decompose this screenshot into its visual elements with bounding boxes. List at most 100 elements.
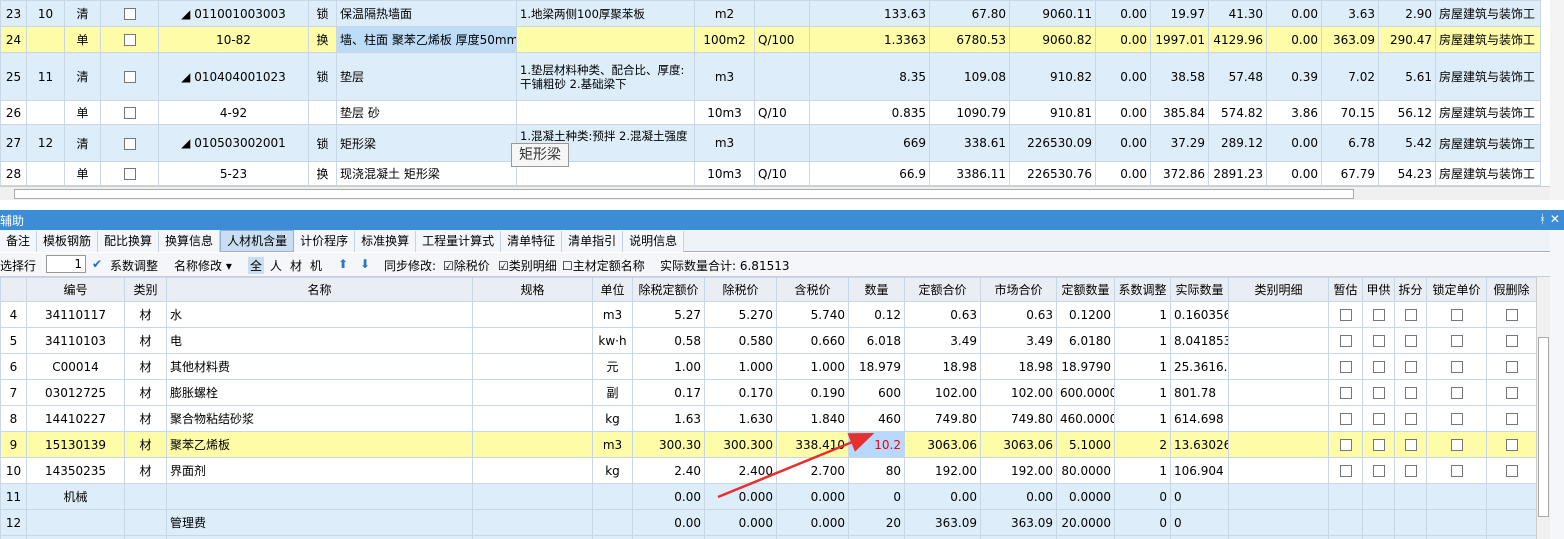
tab-0[interactable]: 备注 (0, 231, 38, 252)
seq-number[interactable]: 10 (26, 0, 65, 27)
cell-t1[interactable]: 192.00 (904, 457, 981, 484)
cell-aq[interactable]: 106.904 (1170, 457, 1229, 484)
tab-9[interactable]: 清单指引 (562, 231, 624, 252)
flag-cell[interactable] (1426, 431, 1487, 458)
cell-code[interactable]: 机械 (26, 483, 125, 510)
bill-row[interactable]: 27 12 清 ◢ 010503002001 锁矩形梁 1.混凝土种类:预拌 2.混凝土强… (0, 124, 1541, 162)
column-header[interactable]: 名称 (166, 277, 473, 302)
item-unit[interactable]: 10m3 (694, 100, 755, 125)
cell-dq[interactable]: 6.0180 (1056, 327, 1115, 354)
cell-dq[interactable]: 600.0000 (1056, 379, 1115, 406)
cell-cat[interactable] (124, 509, 167, 536)
checkbox[interactable] (123, 168, 136, 180)
cost-1[interactable]: 0.00 (1095, 0, 1151, 27)
column-header[interactable]: 除税价 (704, 277, 777, 302)
cell-p3[interactable]: 2.700 (776, 457, 849, 484)
tab-5[interactable]: 计价程序 (294, 231, 356, 252)
checkbox[interactable] (1372, 361, 1385, 373)
cell-unit[interactable]: kw·h (592, 327, 633, 354)
flag-cell[interactable] (1328, 535, 1363, 539)
column-header[interactable]: 系数调整 (1114, 277, 1171, 302)
cell-t2[interactable]: 3.49 (980, 327, 1057, 354)
cell-coef[interactable]: 2 (1114, 431, 1171, 458)
flag-cell[interactable] (1426, 535, 1487, 539)
item-name[interactable]: 垫层 砂 (336, 100, 517, 125)
cell-category-detail[interactable] (1228, 301, 1329, 328)
cell-p2[interactable]: 1.630 (704, 405, 777, 432)
bill-row[interactable]: 26 单 4-92 垫层 砂 10m3 Q/10 0.835 1090.79 910.81 0.0… (0, 100, 1541, 125)
column-header[interactable]: 数量 (848, 277, 905, 302)
cell-t1[interactable]: 3.49 (904, 327, 981, 354)
seq-number[interactable] (26, 26, 65, 53)
lock-flag[interactable]: 锁 (308, 0, 337, 27)
checkbox[interactable] (1339, 439, 1352, 451)
checkbox[interactable] (1372, 465, 1385, 477)
row-number[interactable]: 28 (0, 161, 27, 186)
flag-cell[interactable] (1486, 483, 1536, 510)
seq-number[interactable] (26, 161, 65, 186)
cell-p1[interactable]: 0.00 (632, 535, 705, 539)
item-unit[interactable]: m3 (694, 52, 755, 101)
flag-cell[interactable] (1328, 379, 1363, 406)
item-type[interactable]: 单 (64, 161, 101, 186)
quantity[interactable]: 669 (809, 124, 930, 162)
cell-spec[interactable] (472, 483, 593, 510)
resource-row[interactable]: 6 C00014 材其他材料费元 1.00 1.000 1.000 18.979 18.98 1… (0, 353, 1536, 380)
column-header[interactable]: 编号 (26, 277, 125, 302)
pin-close-icon[interactable]: ᚼ ✕ (1539, 212, 1560, 226)
quantity-expression[interactable] (754, 0, 810, 27)
sync-category-checkbox[interactable]: ☑类别明细 (498, 257, 557, 274)
cost-6[interactable]: 290.47 (1378, 26, 1436, 53)
flag-cell[interactable] (1394, 353, 1427, 380)
item-code[interactable]: ◢ 010503002001 (158, 124, 309, 162)
total-price[interactable]: 9060.11 (1009, 0, 1096, 27)
grid-vertical-scrollbar[interactable] (1536, 277, 1550, 539)
cell-aq[interactable]: 0.160356 (1170, 301, 1229, 328)
flag-cell[interactable] (1426, 405, 1487, 432)
filter-machine[interactable]: 机 (310, 257, 322, 274)
column-header[interactable]: 拆分 (1394, 277, 1427, 302)
item-code[interactable]: 5-23 (158, 161, 309, 186)
cell-coef[interactable]: 0 (1114, 509, 1171, 536)
flag-cell[interactable] (1394, 301, 1427, 328)
cost-4[interactable]: 0.39 (1266, 52, 1322, 101)
cell-dq[interactable]: 460.0000 (1056, 405, 1115, 432)
column-header[interactable]: 锁定单价 (1426, 277, 1487, 302)
cost-4[interactable]: 0.00 (1266, 26, 1322, 53)
quantity[interactable]: 0.835 (809, 100, 930, 125)
checkbox[interactable] (1339, 309, 1352, 321)
cost-2[interactable]: 19.97 (1150, 0, 1209, 27)
flag-cell[interactable] (1426, 301, 1487, 328)
cell-category-detail[interactable] (1228, 353, 1329, 380)
quantity-expression[interactable]: Q/100 (754, 26, 810, 53)
cell-qty[interactable]: 0.12 (848, 301, 905, 328)
cell-unit[interactable] (592, 483, 633, 510)
cell-dq[interactable]: 0.1200 (1056, 301, 1115, 328)
item-code[interactable]: 4-92 (158, 100, 309, 125)
cost-6[interactable]: 54.23 (1378, 161, 1436, 186)
cell-t2[interactable]: 0.63 (980, 301, 1057, 328)
checkbox[interactable] (1450, 439, 1463, 451)
cell-unit[interactable] (592, 509, 633, 536)
quantity[interactable]: 1.3363 (809, 26, 930, 53)
cell-spec[interactable] (472, 327, 593, 354)
cell-p3[interactable]: 0.000 (776, 483, 849, 510)
bill-row[interactable]: 28 单 5-23 换现浇混凝土 矩形梁 10m3 Q/10 66.9 3386.11 2265… (0, 161, 1541, 186)
total-price[interactable]: 226530.76 (1009, 161, 1096, 186)
cell-p3[interactable]: 0.190 (776, 379, 849, 406)
cost-5[interactable]: 3.63 (1321, 0, 1379, 27)
row-checkbox[interactable] (100, 52, 159, 101)
cell-n[interactable]: 12 (0, 509, 27, 536)
flag-cell[interactable] (1328, 509, 1363, 536)
cell-p2[interactable]: 0.000 (704, 535, 777, 539)
item-code[interactable]: ◢ 011001003003 (158, 0, 309, 27)
cell-p1[interactable]: 2.40 (632, 457, 705, 484)
cell-aq[interactable]: 13.63026 (1170, 431, 1229, 458)
cell-p1[interactable]: 0.17 (632, 379, 705, 406)
category[interactable]: 房屋建筑与装饰工 (1435, 26, 1541, 53)
cost-5[interactable]: 363.09 (1321, 26, 1379, 53)
cell-qty[interactable]: 600 (848, 379, 905, 406)
resource-row[interactable]: 10 14350235 材界面剂 kg 2.40 2.400 2.700 80 192.00 19… (0, 457, 1536, 484)
column-header[interactable]: 甲供 (1362, 277, 1395, 302)
cell-dq[interactable]: 16.0000 (1056, 535, 1115, 539)
